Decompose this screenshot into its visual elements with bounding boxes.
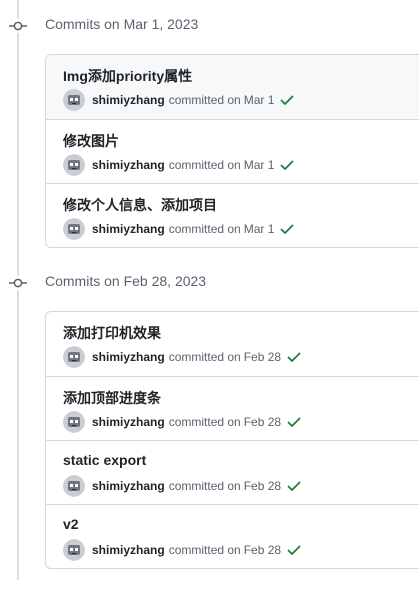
commit-meta: shimiyzhang committed on Feb 28 (63, 539, 302, 561)
commit-author-link[interactable]: shimiyzhang (92, 222, 165, 236)
commit-group-header: Commits on Mar 1, 2023 (0, 14, 419, 38)
commit-author-link[interactable]: shimiyzhang (92, 543, 165, 557)
commit-title-link[interactable]: 添加打印机效果 (63, 323, 161, 343)
commit-meta: shimiyzhang committed on Feb 28 (63, 346, 302, 368)
committed-text: committed on (168, 415, 241, 429)
committed-text: committed on (168, 543, 241, 557)
user-avatar[interactable] (63, 89, 85, 111)
commit-author-link[interactable]: shimiyzhang (92, 479, 165, 493)
git-commit-icon (9, 19, 27, 33)
commit-date: Mar 1 (243, 158, 275, 172)
committed-text: committed on (168, 350, 241, 364)
check-icon[interactable] (279, 92, 295, 108)
check-icon[interactable] (279, 157, 295, 173)
commit-title-link[interactable]: 添加顶部进度条 (63, 388, 161, 408)
commit-row[interactable]: 修改个人信息、添加项目 shimiyzhang committed on Mar… (46, 183, 419, 247)
commit-group-header: Commits on Feb 28, 2023 (0, 271, 419, 295)
commit-title-link[interactable]: 修改图片 (63, 131, 119, 151)
commit-meta: shimiyzhang committed on Feb 28 (63, 411, 302, 433)
commit-date: Feb 28 (243, 479, 282, 493)
user-avatar[interactable] (63, 154, 85, 176)
commit-title-link[interactable]: Img添加priority属性 (63, 66, 192, 86)
commit-date: Feb 28 (243, 543, 282, 557)
commit-author-link[interactable]: shimiyzhang (92, 415, 165, 429)
committed-text: committed on (168, 479, 241, 493)
user-avatar[interactable] (63, 475, 85, 497)
user-avatar[interactable] (63, 218, 85, 240)
commit-list: Img添加priority属性 shimiyzhang committed on… (45, 54, 419, 248)
user-avatar[interactable] (63, 346, 85, 368)
commit-row[interactable]: 添加打印机效果 shimiyzhang committed on Feb 28 (46, 312, 419, 376)
commit-meta: shimiyzhang committed on Feb 28 (63, 475, 302, 497)
check-icon[interactable] (279, 221, 295, 237)
commit-date: Feb 28 (243, 415, 282, 429)
commit-date: Feb 28 (243, 350, 282, 364)
commit-title-link[interactable]: v2 (63, 516, 79, 532)
commit-author-link[interactable]: shimiyzhang (92, 350, 165, 364)
commit-date: Mar 1 (243, 222, 275, 236)
commit-row[interactable]: Img添加priority属性 shimiyzhang committed on… (46, 55, 419, 119)
commit-title-link[interactable]: static export (63, 452, 146, 468)
commit-list: 添加打印机效果 shimiyzhang committed on Feb 28 … (45, 311, 419, 569)
group-title: Commits on Feb 28, 2023 (45, 273, 207, 289)
user-avatar[interactable] (63, 539, 85, 561)
commit-history: Commits on Mar 1, 2023 Img添加priority属性 s… (0, 0, 419, 594)
commit-meta: shimiyzhang committed on Mar 1 (63, 218, 295, 240)
group-title: Commits on Mar 1, 2023 (45, 16, 199, 32)
commit-title-link[interactable]: 修改个人信息、添加项目 (63, 195, 217, 215)
commit-author-link[interactable]: shimiyzhang (92, 158, 165, 172)
user-avatar[interactable] (63, 411, 85, 433)
commit-meta: shimiyzhang committed on Mar 1 (63, 154, 295, 176)
commit-row[interactable]: 添加顶部进度条 shimiyzhang committed on Feb 28 (46, 376, 419, 440)
commit-meta: shimiyzhang committed on Mar 1 (63, 89, 295, 111)
commit-author-link[interactable]: shimiyzhang (92, 93, 165, 107)
check-icon[interactable] (286, 478, 302, 494)
check-icon[interactable] (286, 349, 302, 365)
commit-row[interactable]: 修改图片 shimiyzhang committed on Mar 1 (46, 119, 419, 183)
commit-date: Mar 1 (243, 93, 275, 107)
committed-text: committed on (168, 222, 241, 236)
committed-text: committed on (168, 93, 241, 107)
check-icon[interactable] (286, 414, 302, 430)
commit-row[interactable]: static export shimiyzhang committed on F… (46, 440, 419, 504)
check-icon[interactable] (286, 542, 302, 558)
commit-row[interactable]: v2 shimiyzhang committed on Feb 28 (46, 504, 419, 568)
committed-text: committed on (168, 158, 241, 172)
git-commit-icon (9, 276, 27, 290)
